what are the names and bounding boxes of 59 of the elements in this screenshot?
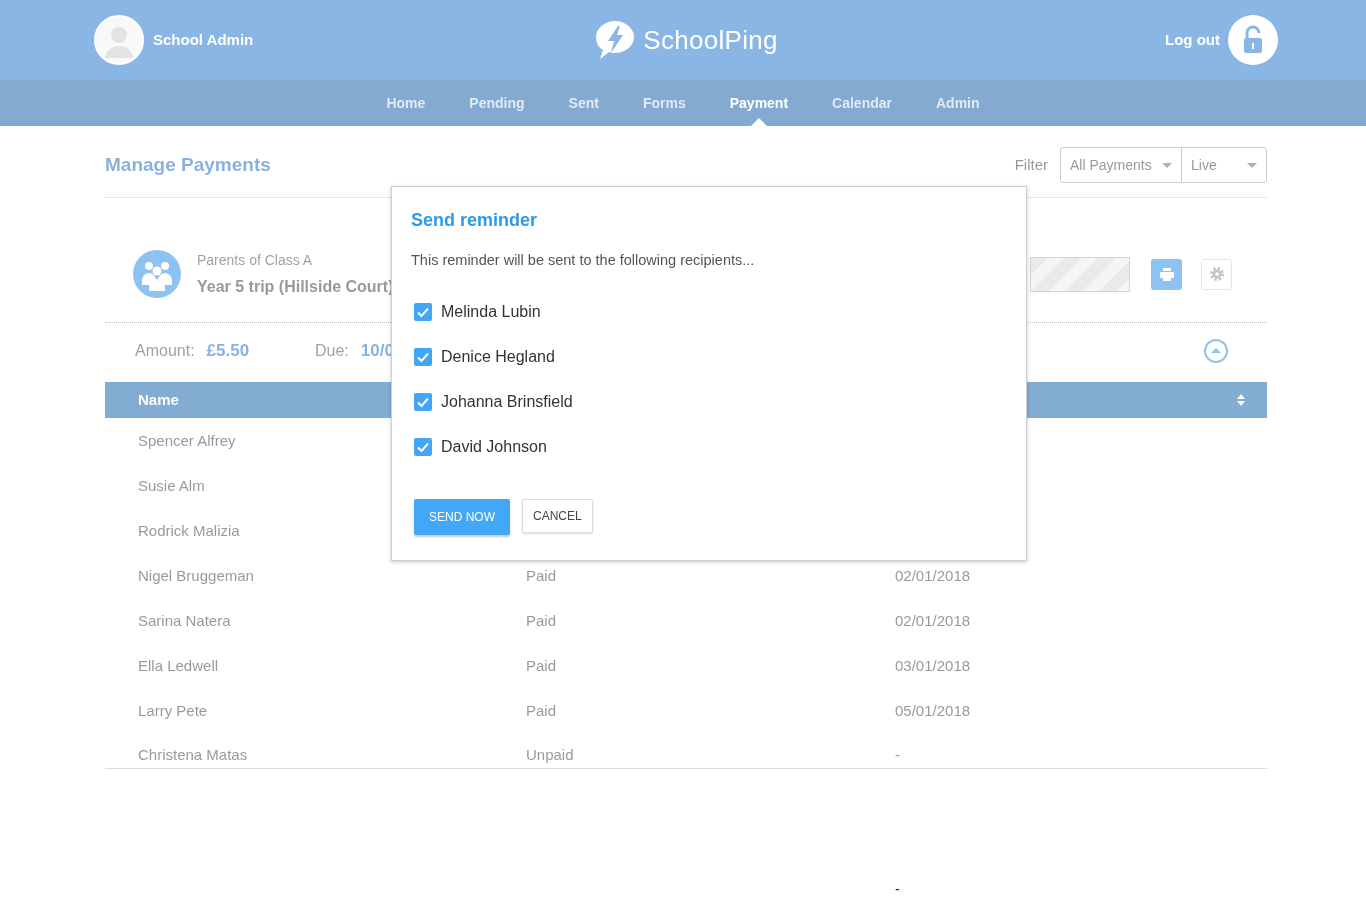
column-header[interactable]: Name (138, 388, 179, 412)
student-name: Nigel Bruggeman (138, 566, 254, 584)
lightning-bubble-icon (594, 20, 637, 60)
print-button[interactable] (1151, 258, 1182, 290)
nav-tab[interactable]: Pending (447, 80, 547, 126)
cancel-button[interactable]: CANCEL (522, 499, 593, 533)
checkbox[interactable] (414, 437, 432, 456)
logo-text: SchoolPing (643, 23, 778, 57)
amount-label: Amount: (135, 340, 195, 361)
recipient-name: Johanna Brinsfield (441, 391, 573, 412)
printer-icon (1159, 267, 1174, 281)
recipient-name: Melinda Lubin (441, 301, 541, 322)
payment-date: - (895, 746, 900, 763)
settings-button[interactable] (1201, 258, 1232, 290)
page-title: Manage Payments (105, 153, 271, 177)
nav-tab[interactable]: Admin (914, 80, 1002, 126)
group-icon (133, 250, 181, 298)
payment-status: Paid (526, 566, 557, 584)
filter-label: Filter (1014, 154, 1048, 175)
checkbox[interactable] (414, 347, 432, 366)
nav-tab[interactable]: Payment (707, 80, 811, 126)
dialog-message: This reminder will be sent to the following recipients... (411, 251, 756, 269)
student-name: Ella Ledwell (138, 656, 219, 674)
recipient-name: Denice Hegland (441, 346, 555, 367)
checkbox[interactable] (414, 392, 432, 411)
student-name: Susie Alm (138, 476, 205, 494)
send-button[interactable]: SEND NOW (414, 499, 510, 535)
student-name: Spencer Alfrey (138, 431, 236, 449)
payment-status: Paid (526, 701, 557, 719)
logout-link[interactable]: Log out (1165, 28, 1220, 52)
student-name: Rodrick Malizia (138, 521, 240, 539)
payment-date: 02/01/2018 (895, 611, 971, 629)
payment-status: Paid (526, 656, 557, 674)
tab-pointer-icon (750, 118, 767, 126)
student-name: Christena Matas (138, 746, 248, 763)
amount-value: £5.50 (206, 339, 250, 362)
dash-text: - (895, 881, 900, 897)
nav-tab[interactable]: Forms (620, 80, 708, 126)
audience-text: Parents of Class A (197, 251, 314, 270)
student-name: Sarina Natera (138, 611, 231, 629)
recipient-name: David Johnson (441, 436, 547, 457)
nav-tab[interactable]: Calendar (810, 80, 914, 126)
payment-status: Unpaid (526, 746, 574, 763)
payment-date: 02/01/2018 (895, 566, 971, 584)
user-avatar-icon[interactable] (94, 15, 144, 65)
payment-date: 05/01/2018 (895, 701, 971, 719)
nav-tab[interactable]: Home (364, 80, 448, 126)
checkbox[interactable] (414, 302, 432, 321)
nav-tab[interactable]: Sent (546, 80, 621, 126)
settings-icon (1209, 267, 1224, 281)
payment-status: Paid (526, 611, 557, 629)
student-name: Larry Pete (138, 701, 208, 719)
dialog-title: Send reminder (411, 209, 539, 232)
due-label: Due: (315, 340, 349, 361)
collapse-up-icon[interactable] (1204, 338, 1228, 363)
payment-date: 03/01/2018 (895, 656, 971, 674)
sort-icon[interactable] (1237, 394, 1245, 406)
user-name: School Admin (153, 29, 254, 50)
lock-icon[interactable] (1228, 15, 1278, 65)
